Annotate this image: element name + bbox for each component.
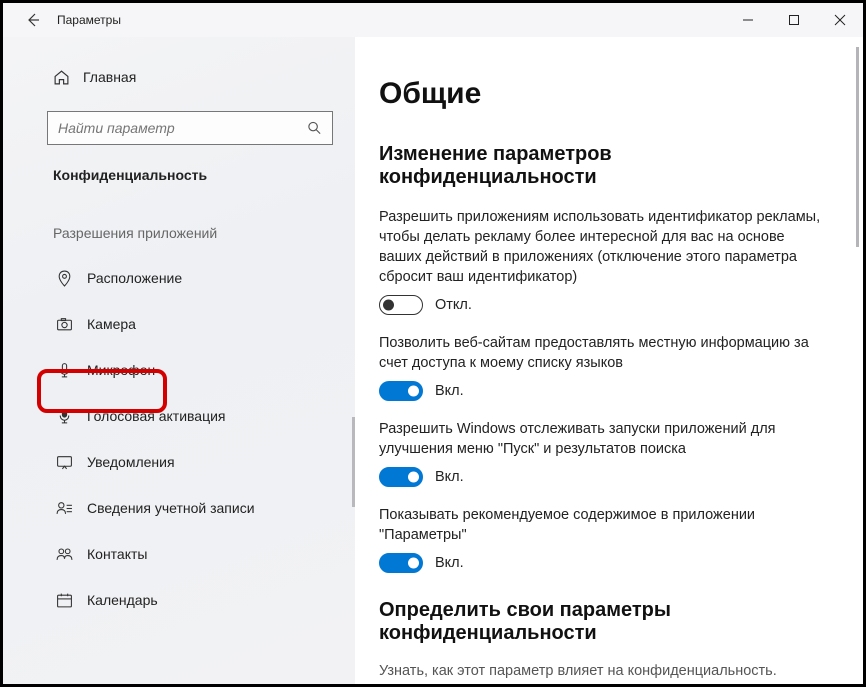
sidebar-item-label: Камера (87, 316, 136, 332)
sidebar-section-title: Конфиденциальность (3, 167, 355, 183)
toggle-row: Вкл. (379, 553, 827, 573)
content-pane: Общие Изменение параметров конфиденциаль… (355, 37, 863, 684)
arrow-left-icon (25, 12, 41, 28)
setting-suggested-content: Показывать рекомендуемое содержимое в пр… (379, 505, 827, 573)
setting-description: Показывать рекомендуемое содержимое в пр… (379, 505, 827, 545)
sidebar-item-label: Голосовая активация (87, 408, 226, 424)
sidebar-home-label: Главная (83, 69, 136, 85)
titlebar: Параметры (3, 3, 863, 37)
close-icon (834, 14, 846, 26)
maximize-icon (788, 14, 800, 26)
back-button[interactable] (11, 3, 55, 37)
search-input[interactable] (48, 112, 332, 144)
sidebar-item-notifications[interactable]: Уведомления (3, 439, 355, 485)
section-title-privacy-options: Изменение параметров конфиденциальности (379, 143, 827, 189)
setting-advertising-id: Разрешить приложениям использовать идент… (379, 207, 827, 315)
maximize-button[interactable] (771, 3, 817, 37)
home-icon (53, 69, 70, 86)
settings-window: Параметры Главная (3, 3, 863, 684)
account-icon (53, 500, 75, 517)
minimize-icon (742, 14, 754, 26)
setting-description: Разрешить Windows отслеживать запуски пр… (379, 419, 827, 459)
sidebar-item-label: Сведения учетной записи (87, 500, 255, 516)
toggle-state-label: Вкл. (435, 383, 464, 399)
section-title-know-privacy: Определить свои параметры конфиденциальн… (379, 599, 827, 645)
setting-description: Позволить веб-сайтам предоставлять местн… (379, 333, 827, 373)
contacts-icon (53, 546, 75, 563)
privacy-learn-more-hint: Узнать, как этот параметр влияет на конф… (379, 663, 827, 679)
close-button[interactable] (817, 3, 863, 37)
sidebar-item-label: Микрофон (87, 362, 155, 378)
sidebar: Главная Конфиденциальность Разрешения пр… (3, 37, 355, 684)
setting-app-launch-tracking: Разрешить Windows отслеживать запуски пр… (379, 419, 827, 487)
calendar-icon (53, 592, 75, 609)
setting-website-languages: Позволить веб-сайтам предоставлять местн… (379, 333, 827, 401)
sidebar-item-label: Расположение (87, 270, 182, 286)
window-controls (725, 3, 863, 37)
sidebar-item-location[interactable]: Расположение (3, 255, 355, 301)
sidebar-item-label: Календарь (87, 592, 158, 608)
sidebar-item-account-info[interactable]: Сведения учетной записи (3, 485, 355, 531)
search-icon (307, 121, 322, 136)
sidebar-item-label: Уведомления (87, 454, 175, 470)
toggle-suggested-content[interactable] (379, 553, 423, 573)
toggle-row: Вкл. (379, 381, 827, 401)
toggle-state-label: Откл. (435, 297, 472, 313)
page-title: Общие (379, 77, 827, 111)
camera-icon (53, 316, 75, 333)
sidebar-group-title: Разрешения приложений (3, 225, 355, 241)
sidebar-item-camera[interactable]: Камера (3, 301, 355, 347)
search-container (3, 111, 355, 145)
setting-description: Разрешить приложениям использовать идент… (379, 207, 827, 287)
sidebar-item-contacts[interactable]: Контакты (3, 531, 355, 577)
content-scrollbar[interactable] (855, 47, 859, 674)
toggle-row: Вкл. (379, 467, 827, 487)
toggle-state-label: Вкл. (435, 555, 464, 571)
microphone-icon (53, 362, 75, 379)
toggle-website-languages[interactable] (379, 381, 423, 401)
sidebar-item-label: Контакты (87, 546, 147, 562)
window-body: Главная Конфиденциальность Разрешения пр… (3, 37, 863, 684)
toggle-state-label: Вкл. (435, 469, 464, 485)
search-box[interactable] (47, 111, 333, 145)
sidebar-home[interactable]: Главная (3, 57, 355, 97)
scrollbar-thumb[interactable] (856, 47, 859, 247)
sidebar-item-calendar[interactable]: Календарь (3, 577, 355, 623)
toggle-app-launch-tracking[interactable] (379, 467, 423, 487)
location-icon (53, 270, 75, 287)
notifications-icon (53, 454, 75, 471)
toggle-advertising-id[interactable] (379, 295, 423, 315)
sidebar-item-microphone[interactable]: Микрофон (3, 347, 355, 393)
voice-icon (53, 408, 75, 425)
minimize-button[interactable] (725, 3, 771, 37)
window-title: Параметры (57, 13, 121, 27)
toggle-row: Откл. (379, 295, 827, 315)
sidebar-item-voice-activation[interactable]: Голосовая активация (3, 393, 355, 439)
